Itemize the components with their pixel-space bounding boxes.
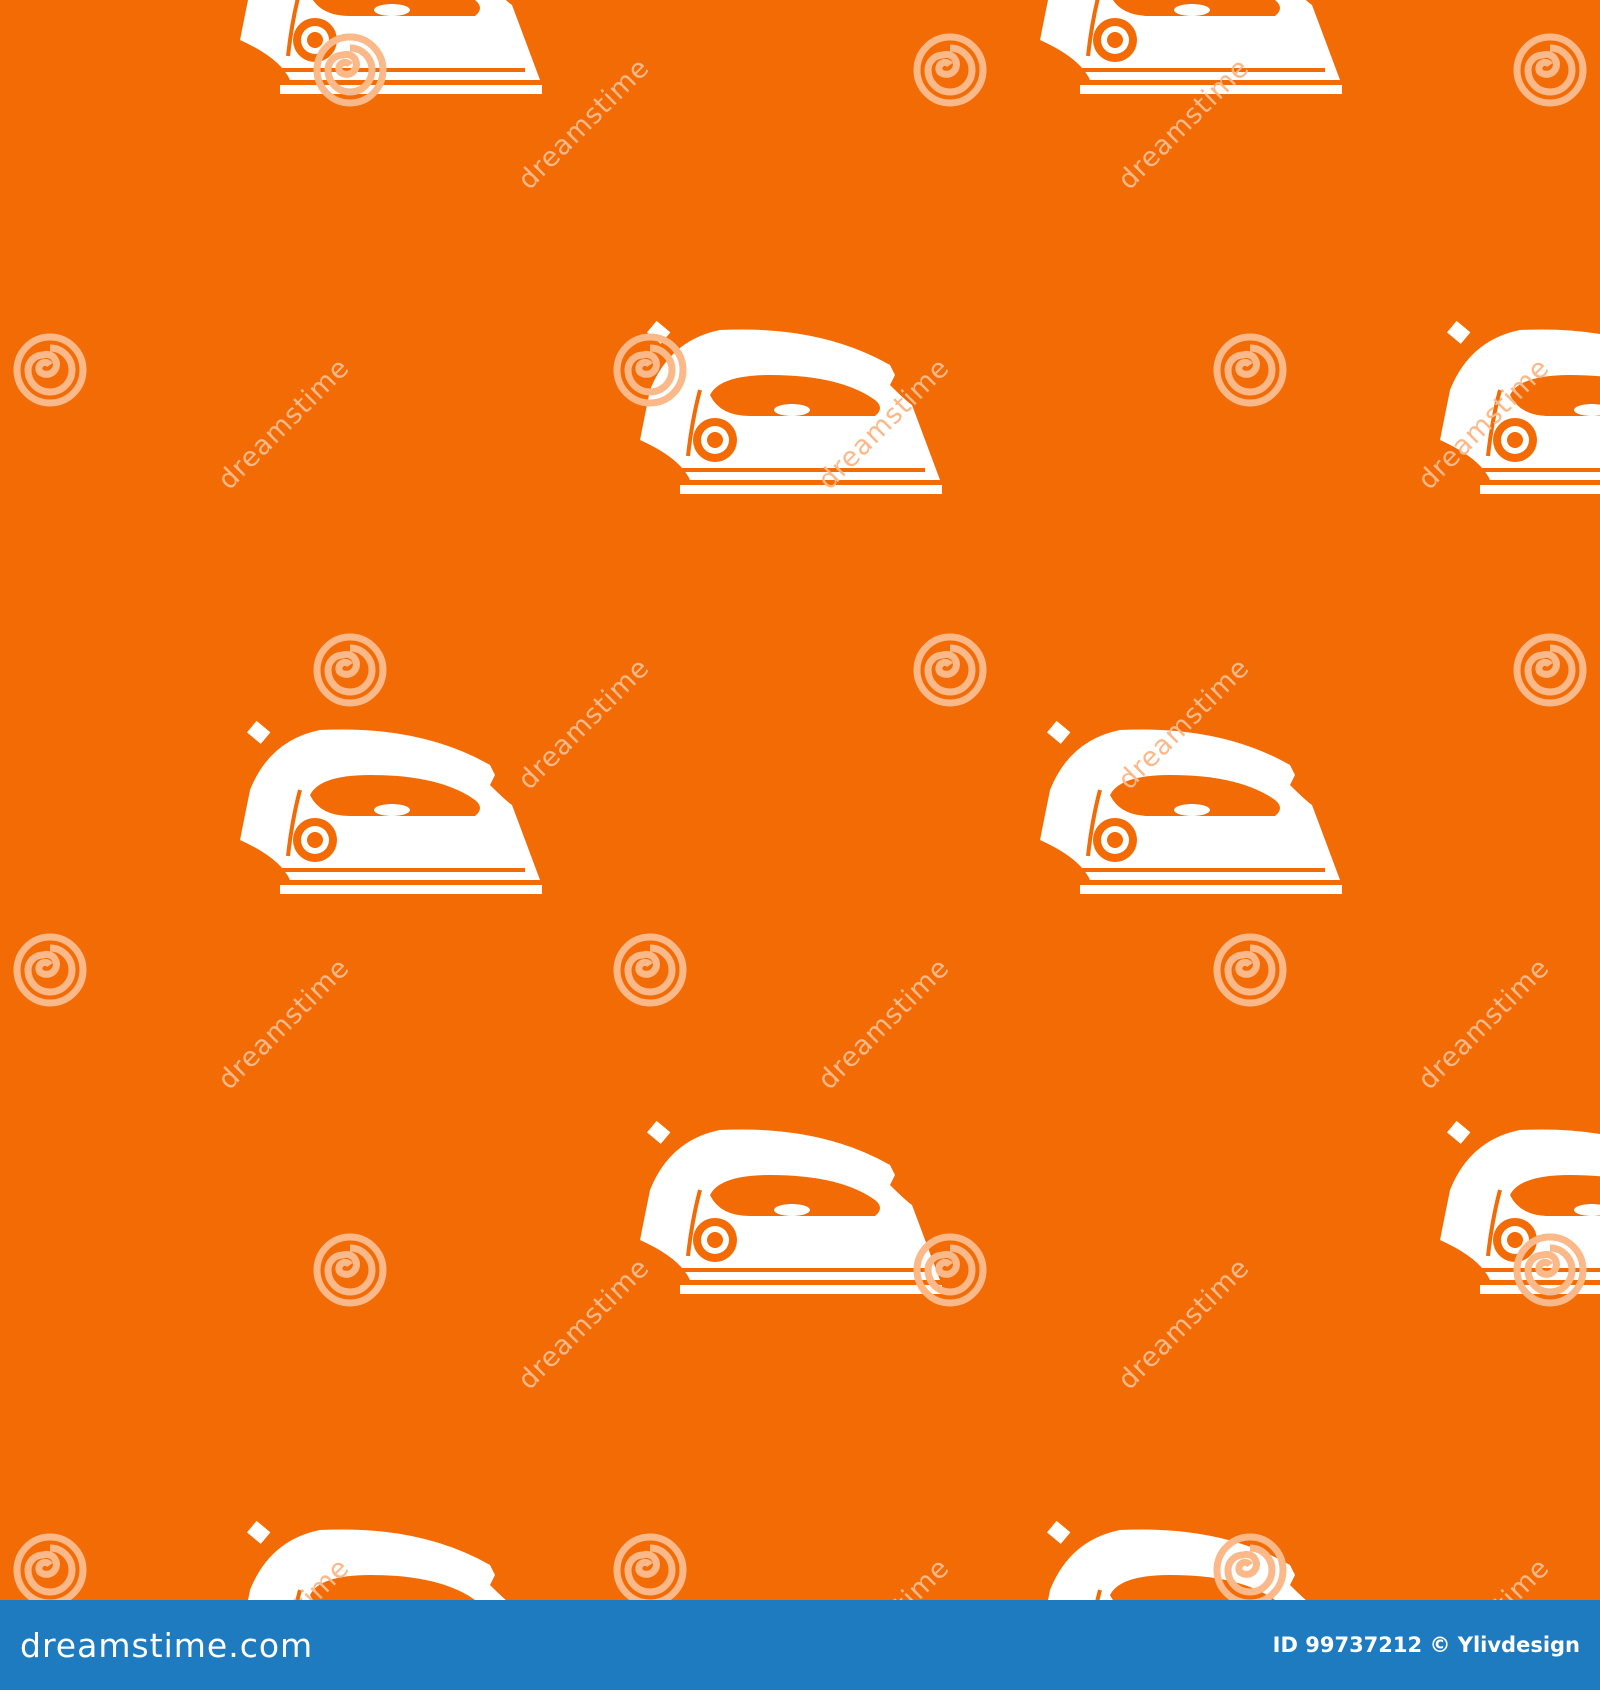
dreamstime-spiral-icon [917, 1237, 983, 1303]
dreamstime-spiral-icon [17, 337, 83, 403]
dreamstime-spiral-icon [917, 37, 983, 103]
author-credit: © Ylivdesign [1429, 1633, 1580, 1657]
iron-pattern: .iron-body{fill:#ffffff;}.iron-cut{fill:… [0, 0, 1600, 1600]
dreamstime-spiral-icon [1217, 937, 1283, 1003]
stock-image: .iron-body{fill:#ffffff;}.iron-cut{fill:… [0, 0, 1600, 1690]
dreamstime-spiral-icon [1517, 637, 1583, 703]
orange-background [0, 0, 1600, 1600]
dreamstime-spiral-icon [1517, 1237, 1583, 1303]
footer-credit: ID 99737212 © Ylivdesign [1273, 1633, 1580, 1657]
dreamstime-spiral-icon [317, 1237, 383, 1303]
image-id: ID 99737212 [1272, 1633, 1423, 1657]
dreamstime-spiral-icon [617, 937, 683, 1003]
dreamstime-spiral-icon [1517, 37, 1583, 103]
pattern-canvas: .iron-body{fill:#ffffff;}.iron-cut{fill:… [0, 0, 1600, 1600]
dreamstime-spiral-icon [617, 337, 683, 403]
dreamstime-spiral-icon [17, 937, 83, 1003]
dreamstime-spiral-icon [917, 637, 983, 703]
footer-logo: dreamstime.com [20, 1625, 314, 1665]
dreamstime-spiral-icon [317, 37, 383, 103]
footer-bar: dreamstime.com ID 99737212 © Ylivdesign [0, 1600, 1600, 1690]
dreamstime-spiral-icon [1217, 337, 1283, 403]
dreamstime-spiral-icon [317, 637, 383, 703]
